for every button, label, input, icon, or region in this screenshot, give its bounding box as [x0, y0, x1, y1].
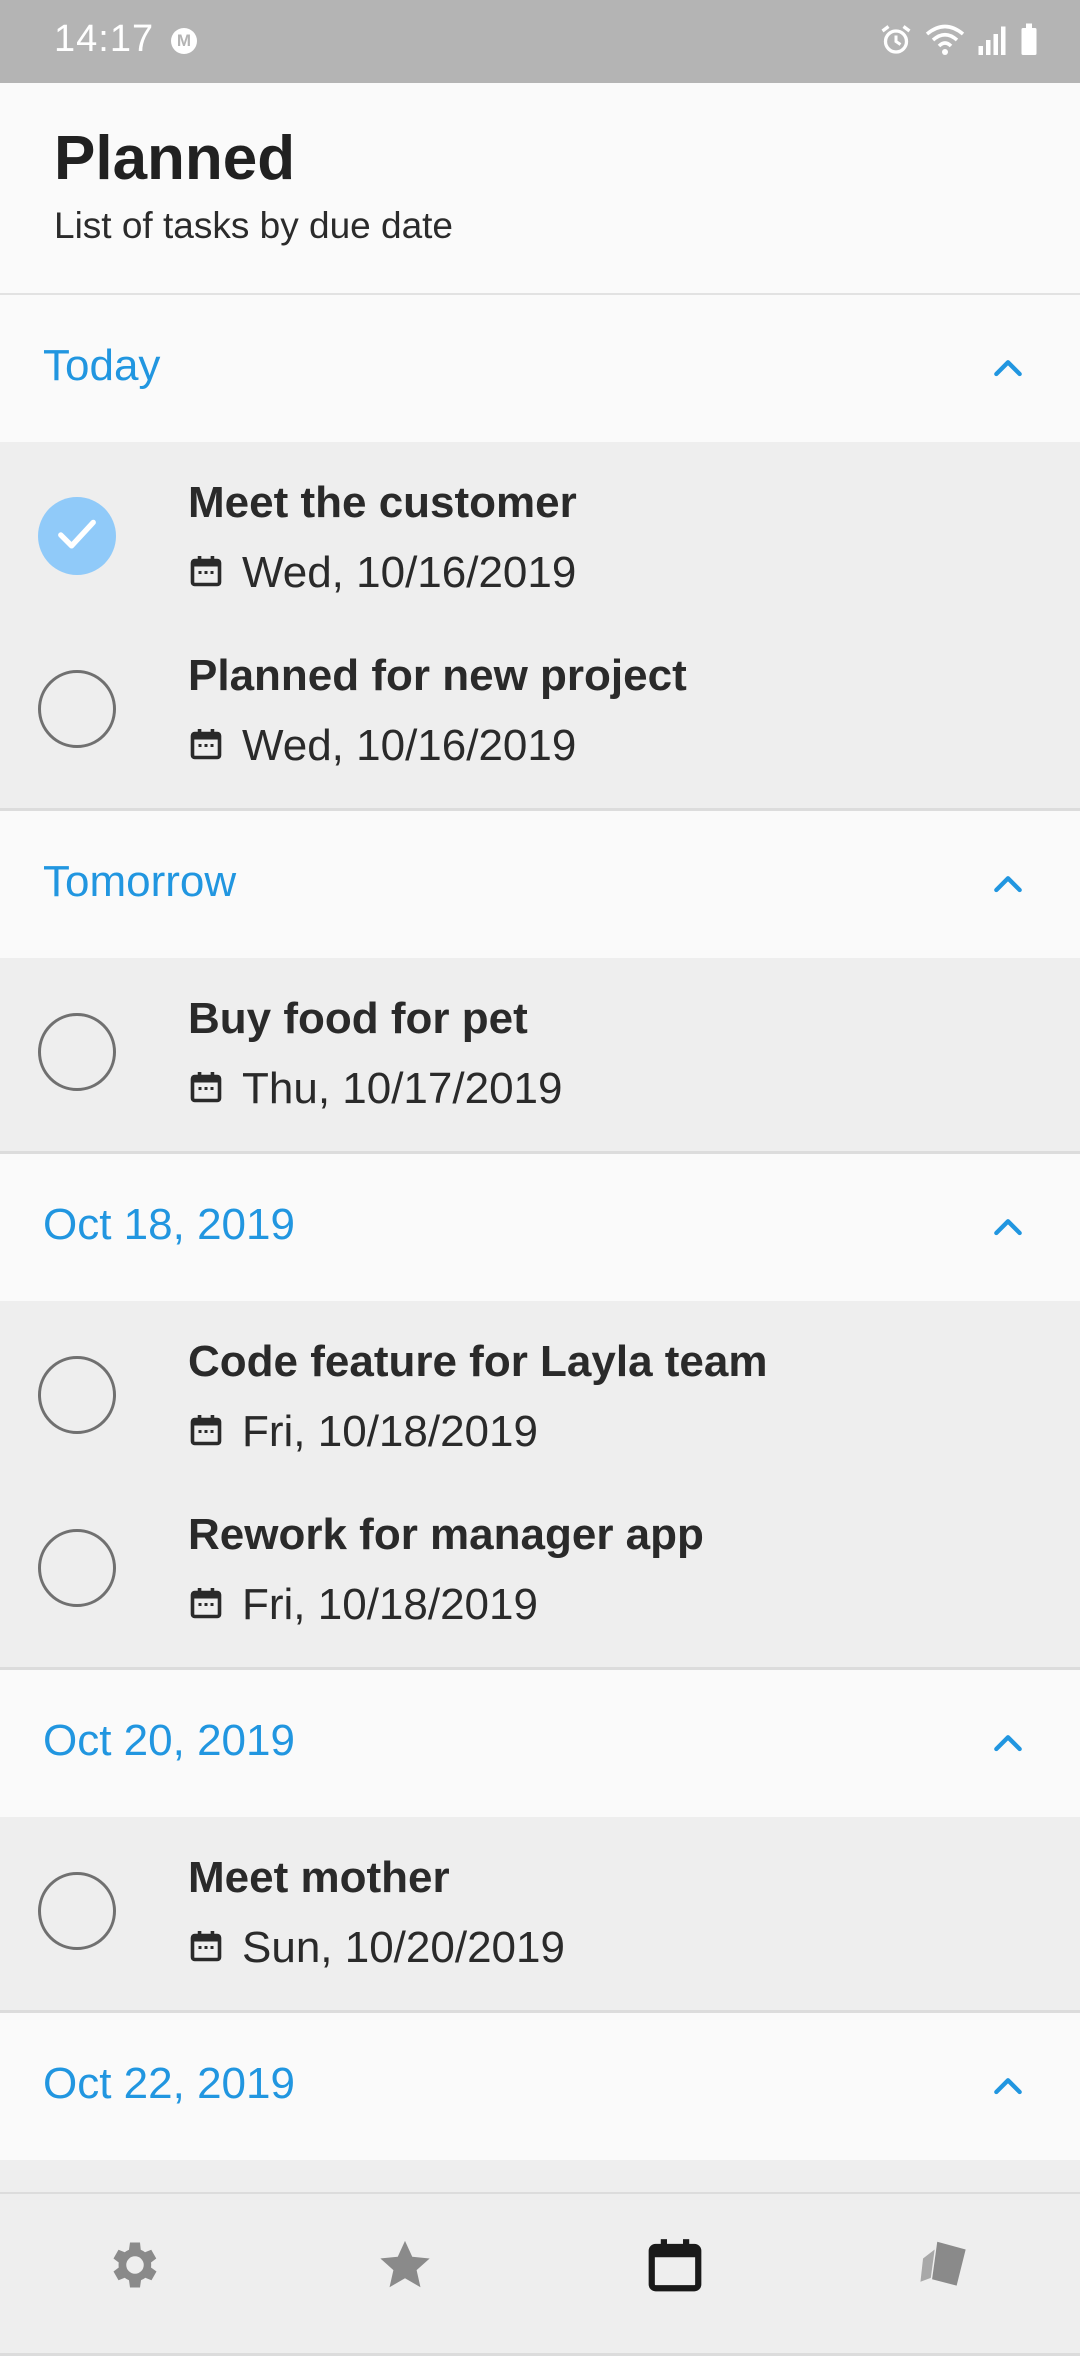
task-date-row: Wed, 10/16/2019 — [188, 721, 576, 771]
nav-planned-button[interactable] — [640, 2230, 710, 2300]
page-header: Planned List of tasks by due date — [0, 83, 1080, 295]
task-checkbox[interactable] — [38, 497, 116, 575]
calendar-icon — [188, 553, 242, 594]
group-items: Meet the customer Wed, 10/16/2019 Planned … — [0, 442, 1080, 811]
group-items: Meet mother Sun, 10/20/2019 — [0, 1817, 1080, 2013]
task-date-row: Wed, 10/16/2019 — [188, 548, 576, 598]
bottom-nav — [0, 2192, 1080, 2342]
task-title: Buy food for pet — [188, 994, 528, 1043]
status-bar: 14:17 M — [0, 0, 1080, 83]
task-row[interactable]: Code feature for Layla team Fri, 10/18/20… — [0, 1311, 1080, 1484]
nav-settings-button[interactable] — [100, 2230, 170, 2300]
calendar-icon — [188, 726, 242, 767]
chevron-up-icon[interactable] — [988, 1724, 1028, 1764]
chevron-up-icon[interactable] — [988, 865, 1028, 905]
task-row[interactable]: Buy food for pet Thu, 10/17/2019 — [0, 968, 1080, 1141]
task-date-row: Thu, 10/17/2019 — [188, 1064, 562, 1114]
task-checkbox[interactable] — [38, 1872, 116, 1950]
task-date: Wed, 10/16/2019 — [242, 721, 577, 770]
nav-starred-button[interactable] — [370, 2230, 440, 2300]
group-items: Code feature for Layla team Fri, 10/18/20… — [0, 1301, 1080, 1670]
page-title: Planned — [54, 124, 296, 193]
signal-icon — [978, 26, 1006, 55]
calendar-icon — [648, 2239, 702, 2292]
task-row[interactable]: Planned for new project Wed, 10/16/2019 — [0, 625, 1080, 798]
group-label: Tomorrow — [43, 857, 237, 906]
group-label: Oct 20, 2019 — [43, 1716, 295, 1765]
battery-icon — [1021, 23, 1037, 55]
status-time: 14:17 — [54, 18, 155, 60]
task-row[interactable]: Meet the customer Wed, 10/16/2019 — [0, 452, 1080, 625]
task-date-row: Fri, 10/18/2019 — [188, 1407, 538, 1457]
group-label: Oct 22, 2019 — [43, 2059, 295, 2108]
task-checkbox[interactable] — [38, 1013, 116, 1091]
chevron-up-icon[interactable] — [988, 349, 1028, 389]
task-title: Code feature for Layla team — [188, 1337, 768, 1386]
notification-m-icon: M — [171, 28, 197, 54]
group-label: Oct 18, 2019 — [43, 1200, 295, 1249]
calendar-icon — [188, 1069, 242, 1110]
group-header[interactable]: Today — [0, 295, 1080, 442]
group-header[interactable]: Oct 18, 2019 — [0, 1154, 1080, 1301]
task-date: Fri, 10/18/2019 — [242, 1407, 538, 1456]
group-header[interactable]: Oct 22, 2019 — [0, 2013, 1080, 2160]
task-row[interactable]: Rework for manager app Fri, 10/18/2019 — [0, 1484, 1080, 1657]
chevron-up-icon[interactable] — [988, 1208, 1028, 1248]
group-header[interactable]: Tomorrow — [0, 811, 1080, 958]
alarm-icon — [881, 25, 911, 54]
task-date-row: Fri, 10/18/2019 — [188, 1580, 538, 1630]
nav-cards-button[interactable] — [910, 2230, 980, 2300]
task-date-row: Sun, 10/20/2019 — [188, 1923, 565, 1973]
calendar-icon — [188, 1412, 242, 1453]
task-date: Sun, 10/20/2019 — [242, 1923, 565, 1972]
calendar-icon — [188, 1928, 242, 1969]
task-title: Rework for manager app — [188, 1510, 704, 1559]
page-subtitle: List of tasks by due date — [54, 205, 454, 246]
task-date: Wed, 10/16/2019 — [242, 548, 577, 597]
task-date: Fri, 10/18/2019 — [242, 1580, 538, 1629]
calendar-icon — [188, 1585, 242, 1626]
wifi-icon — [925, 24, 965, 55]
gear-icon — [113, 2242, 157, 2288]
chevron-up-icon[interactable] — [988, 2067, 1028, 2107]
task-row[interactable]: Meet mother Sun, 10/20/2019 — [0, 1827, 1080, 2000]
status-icons — [878, 22, 1040, 58]
group-items: Buy food for pet Thu, 10/17/2019 — [0, 958, 1080, 1154]
task-date: Thu, 10/17/2019 — [242, 1064, 563, 1113]
task-checkbox[interactable] — [38, 1529, 116, 1607]
group-label: Today — [43, 341, 161, 390]
group-header[interactable]: Oct 20, 2019 — [0, 1670, 1080, 1817]
task-checkbox[interactable] — [38, 670, 116, 748]
task-title: Planned for new project — [188, 651, 687, 700]
task-checkbox[interactable] — [38, 1356, 116, 1434]
task-title: Meet the customer — [188, 478, 577, 527]
task-title: Meet mother — [188, 1853, 450, 1902]
cards-icon — [920, 2241, 966, 2286]
star-icon — [380, 2240, 430, 2288]
task-list: Today Meet the customer Wed, 10/16/2019 Pla… — [0, 295, 1080, 2356]
